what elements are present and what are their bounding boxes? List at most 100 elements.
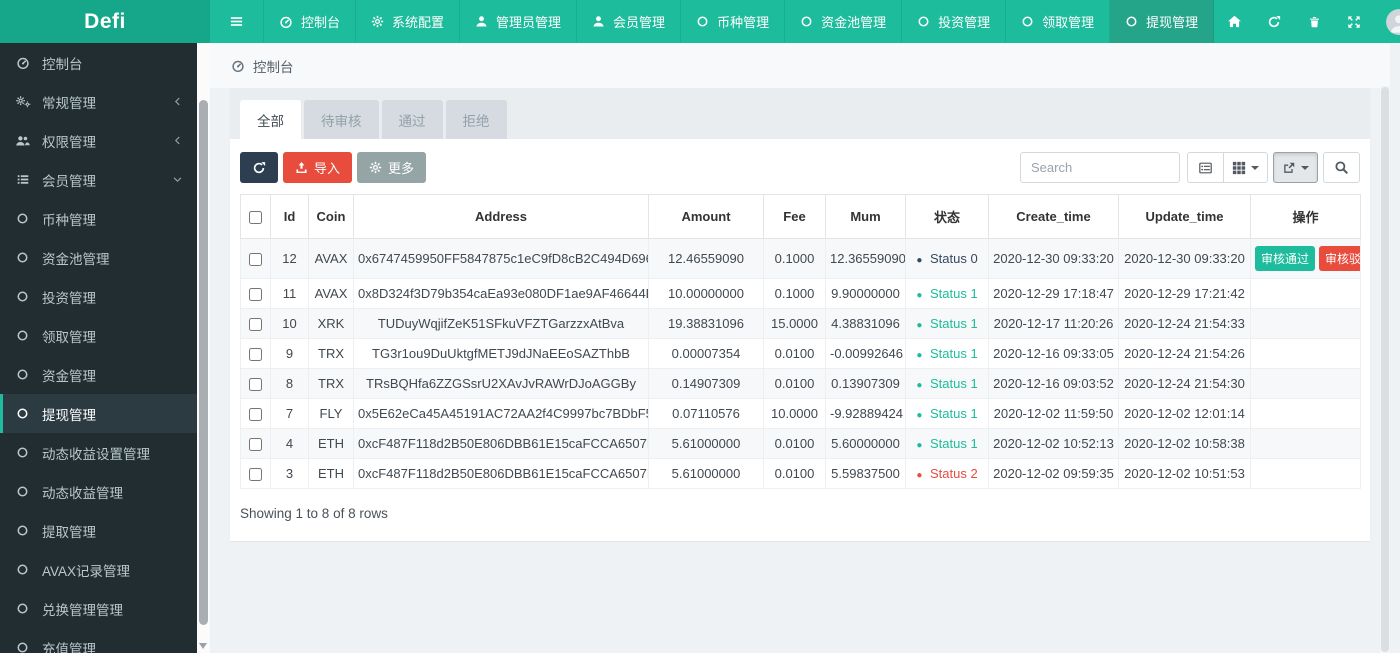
users-icon — [15, 134, 30, 148]
sidebar-item[interactable]: 提现管理 — [0, 394, 197, 433]
sidebar-item[interactable]: 权限管理 — [0, 121, 197, 160]
sidebar-item[interactable]: 兑换管理管理 — [0, 589, 197, 628]
cell-create-time: 2020-12-02 10:52:13 — [988, 428, 1119, 460]
circle-icon — [800, 15, 813, 28]
topnav-item[interactable]: 投资管理 — [902, 0, 1007, 43]
import-button[interactable]: 导入 — [283, 152, 353, 183]
column-header: Coin — [308, 194, 354, 239]
sidebar-item[interactable]: 领取管理 — [0, 316, 197, 355]
topnav-item[interactable]: 提现管理 — [1110, 0, 1215, 43]
columns-grid-icon — [1232, 161, 1246, 175]
select-all-checkbox[interactable] — [249, 211, 262, 225]
topnav-item[interactable]: 领取管理 — [1006, 0, 1111, 43]
status-badge: ● Status 1 — [916, 376, 977, 391]
gear-icon — [371, 15, 384, 28]
table-header-row: Id Coin Address Amount Fee Mum 状态 Create_time Up… — [240, 194, 1361, 239]
topnav-item[interactable]: 会员管理 — [577, 0, 682, 43]
cell-create-time: 2020-12-29 17:18:47 — [988, 277, 1119, 310]
table-row: 3 ETH 0xcF487F118d2B50E806DBB61E15caFCCA65… — [240, 458, 1361, 490]
cell-update-time: 2020-12-24 21:54:30 — [1118, 368, 1251, 400]
approve-button[interactable]: 审核通过 — [1255, 246, 1316, 271]
reject-button[interactable]: 审核驳回 — [1319, 246, 1360, 271]
user-menu[interactable]: Admin — [1374, 0, 1400, 43]
page-scrollbar[interactable] — [1380, 86, 1390, 653]
row-checkbox[interactable] — [249, 318, 262, 332]
topnav-item[interactable]: 系统配置 — [356, 0, 461, 43]
sidebar-item-label: 权限管理 — [42, 134, 96, 150]
table-search-button[interactable] — [1323, 152, 1360, 183]
row-checkbox[interactable] — [249, 253, 262, 267]
sidebar-item[interactable]: 动态收益管理 — [0, 472, 197, 511]
topnav-item-label: 系统配置 — [392, 15, 445, 30]
circle-icon — [16, 251, 29, 264]
sidebar-scrollbar[interactable] — [197, 43, 210, 653]
column-header: Id — [270, 194, 309, 239]
trash-button[interactable] — [1294, 0, 1334, 43]
topnav-item[interactable]: 控制台 — [264, 0, 357, 43]
withdraw-table: Id Coin Address Amount Fee Mum 状态 Create_time Up… — [240, 194, 1361, 490]
row-checkbox[interactable] — [249, 408, 262, 422]
refresh-button[interactable] — [1254, 0, 1294, 43]
row-checkbox[interactable] — [249, 378, 262, 392]
top-navbar: Defi 控制台 系统配置 管理员管理 会员管理 币种管理 资金池管理 投资管理 领取管理 提现… — [0, 0, 1400, 43]
status-label: Status 1 — [926, 436, 978, 452]
cell-amount: 10.00000000 — [648, 277, 764, 310]
tab-active[interactable]: 全部 — [240, 100, 301, 139]
sidebar-item[interactable]: 币种管理 — [0, 199, 197, 238]
status-label: Status 1 — [926, 316, 978, 332]
more-button[interactable]: 更多 — [357, 152, 427, 183]
chevron-down-icon — [172, 174, 183, 185]
topnav-item[interactable]: 币种管理 — [681, 0, 786, 43]
tab-item[interactable]: 待审核 — [304, 100, 379, 139]
columns-button[interactable] — [1224, 152, 1268, 183]
tab-item[interactable]: 拒绝 — [445, 100, 507, 139]
sidebar-item-label: 提取管理 — [42, 524, 96, 540]
cell-address: 0x5E62eCa45A45191AC72AA2f4C9997bc7BDbF55… — [353, 398, 649, 430]
sidebar-item[interactable]: 投资管理 — [0, 277, 197, 316]
topnav-item[interactable]: 管理员管理 — [460, 0, 578, 43]
sidebar-item[interactable]: 资金池管理 — [0, 238, 197, 277]
sidebar-item[interactable]: 会员管理 — [0, 160, 197, 199]
tab-bar: 全部 待审核 通过 拒绝 — [230, 88, 1370, 139]
more-button-label: 更多 — [388, 161, 415, 176]
search-input[interactable] — [1020, 152, 1180, 183]
detail-view-button[interactable] — [1187, 152, 1224, 183]
row-checkbox[interactable] — [249, 348, 262, 362]
sidebar-menu: 控制台 常规管理权限管理会员管理 币种管理资金池管理投资管理领取管理 资金管理 提现管理… — [0, 43, 197, 653]
brand-logo[interactable]: Defi — [0, 0, 210, 43]
page-scrollbar-thumb[interactable] — [1381, 87, 1389, 652]
sidebar-item[interactable]: 控制台 — [0, 43, 197, 82]
cell-fee: 10.0000 — [763, 398, 826, 430]
refresh-button[interactable] — [240, 152, 278, 183]
chevron-left-icon — [172, 96, 183, 107]
topnav-item[interactable]: 资金池管理 — [785, 0, 903, 43]
cell-update-time: 2020-12-24 21:54:26 — [1118, 338, 1251, 370]
scroll-down-arrow-icon[interactable] — [199, 643, 207, 649]
circle-icon — [16, 485, 29, 498]
row-checkbox[interactable] — [249, 438, 262, 452]
expand-button[interactable] — [1334, 0, 1374, 43]
home-button[interactable] — [1214, 0, 1254, 43]
sidebar-toggle-button[interactable] — [210, 0, 264, 43]
sidebar-scrollbar-thumb[interactable] — [199, 100, 208, 625]
sidebar-item[interactable]: 资金管理 — [0, 355, 197, 394]
dashboard-icon — [231, 59, 245, 73]
export-button[interactable] — [1273, 152, 1318, 183]
cell-coin: FLY — [308, 398, 354, 430]
caret-down-icon — [1301, 165, 1309, 170]
tab-item[interactable]: 通过 — [381, 100, 443, 139]
row-checkbox[interactable] — [249, 468, 262, 482]
table-row: 4 ETH 0xcF487F118d2B50E806DBB61E15caFCCA65… — [240, 428, 1361, 460]
sidebar-item[interactable]: AVAX记录管理 — [0, 550, 197, 589]
sidebar-item[interactable]: 提取管理 — [0, 511, 197, 550]
sidebar-item[interactable]: 动态收益设置管理 — [0, 433, 197, 472]
row-checkbox[interactable] — [249, 288, 262, 302]
breadcrumb-label[interactable]: 控制台 — [253, 56, 294, 76]
cell-id: 11 — [270, 277, 309, 310]
sidebar-item[interactable]: 常规管理 — [0, 82, 197, 121]
sidebar-item[interactable]: 充值管理 — [0, 628, 197, 653]
status-badge: ● Status 1 — [916, 346, 977, 361]
sidebar-item-label: 投资管理 — [42, 290, 96, 306]
user-icon — [475, 15, 488, 28]
sidebar-item-label: 资金池管理 — [42, 251, 110, 267]
